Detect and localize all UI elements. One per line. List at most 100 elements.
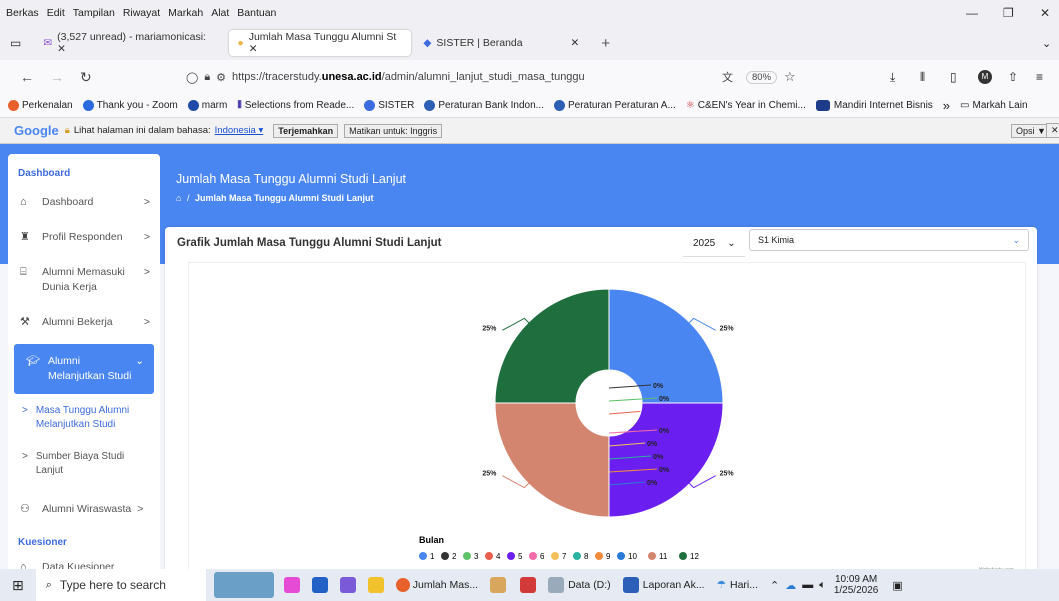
extensions-icon[interactable]: ⇧ xyxy=(1008,70,1018,84)
library-icon[interactable]: ⫴ xyxy=(920,70,925,85)
legend-label-11[interactable]: 11 xyxy=(659,552,668,561)
sidebar-sub-masa-tunggu[interactable]: > Masa Tunggu Alumni Melanjutkan Studi xyxy=(8,398,160,438)
back-icon[interactable]: ← xyxy=(20,69,34,85)
pdf-icon[interactable] xyxy=(520,577,537,593)
taskbar-app-weather[interactable]: ☂ Hari... xyxy=(717,579,758,591)
options-button[interactable]: Opsi ▼ xyxy=(1011,123,1051,138)
legend-marker-2[interactable] xyxy=(441,552,449,560)
pie-slice-1[interactable] xyxy=(608,288,724,404)
legend-marker-4[interactable] xyxy=(485,552,493,560)
weather-widget-icon[interactable] xyxy=(213,572,274,598)
sidebar-sub-sumber-biaya[interactable]: > Sumber Biaya Studi Lanjut xyxy=(8,438,160,484)
tab-list-icon[interactable]: ▭ xyxy=(10,36,21,50)
bookmark-item[interactable]: Peraturan Peraturan A... xyxy=(553,100,676,111)
menu-markah[interactable]: Markah xyxy=(168,7,203,19)
account-icon[interactable]: M xyxy=(978,70,992,84)
bookmark-item[interactable]: Thank you - Zoom xyxy=(82,100,178,111)
legend-label-3[interactable]: 3 xyxy=(474,552,479,561)
menu-alat[interactable]: Alat xyxy=(211,7,229,19)
legend-label-10[interactable]: 10 xyxy=(628,552,637,561)
prodi-select[interactable]: S1 Kimia ⌄ xyxy=(749,229,1029,251)
bookmarks-overflow-icon[interactable]: » xyxy=(943,98,950,113)
bookmark-item[interactable]: Perkenalan xyxy=(8,100,73,111)
app-icon[interactable] xyxy=(490,577,507,593)
bookmark-item[interactable]: ⦀ Selections from Reade... xyxy=(237,100,354,111)
menu-bantuan[interactable]: Bantuan xyxy=(237,7,276,19)
taskbar-app-firefox[interactable]: Jumlah Mas... xyxy=(395,578,478,592)
pie-slice-12[interactable] xyxy=(494,288,610,404)
legend-marker-3[interactable] xyxy=(463,552,471,560)
sidebar-item-wiraswasta[interactable]: ⚇ Alumni Wiraswasta > xyxy=(8,492,160,527)
legend-label-6[interactable]: 6 xyxy=(540,552,545,561)
restore-icon[interactable]: ❐ xyxy=(1003,6,1014,20)
bookmark-item[interactable]: marm xyxy=(187,100,227,111)
network-icon[interactable]: ☁ xyxy=(785,579,796,592)
legend-label-9[interactable]: 9 xyxy=(606,552,611,561)
home-icon[interactable]: ⌂ xyxy=(176,193,181,203)
bookmark-folder[interactable]: ▭ Markah Lain xyxy=(960,100,1027,111)
windows-start-icon[interactable]: ⊞ xyxy=(12,577,24,594)
close-tab-icon[interactable]: ✕ xyxy=(571,37,580,49)
sidebar-item-dashboard[interactable]: ⌂ Dashboard > xyxy=(8,185,160,220)
legend-label-7[interactable]: 7 xyxy=(562,552,567,561)
new-tab-button[interactable]: + xyxy=(601,35,610,52)
legend-marker-8[interactable] xyxy=(573,552,581,560)
tab-jumlah[interactable]: ● Jumlah Masa Tunggu Alumni St ✕ xyxy=(229,30,412,56)
clock[interactable]: 10:09 AM 1/25/2026 xyxy=(834,574,879,596)
sticky-notes-icon[interactable] xyxy=(367,577,384,593)
tray-chevron-icon[interactable]: ⌃ xyxy=(770,579,779,592)
tab-mail[interactable]: ✉ (3,527 unread) - mariamonicasi: ✕ xyxy=(35,30,225,56)
sidebar-item-profil[interactable]: ♜ Profil Responden > xyxy=(8,220,160,255)
bookmark-item[interactable]: SISTER xyxy=(364,100,414,111)
tab-sister[interactable]: ◆ SISTER | Beranda ✕ xyxy=(415,30,597,56)
pie-slice-5[interactable] xyxy=(608,402,724,518)
year-select[interactable]: 2025 ⌄ xyxy=(683,231,745,257)
legend-marker-6[interactable] xyxy=(529,552,537,560)
notification-icon[interactable]: ▣ xyxy=(892,579,902,592)
turn-off-button[interactable]: Matikan untuk: Inggris xyxy=(344,123,443,138)
translate-button[interactable]: Terjemahkan xyxy=(273,123,339,138)
menu-icon[interactable]: ≡ xyxy=(1036,70,1043,84)
zoom-level[interactable]: 80% xyxy=(746,70,778,84)
minimize-icon[interactable]: — xyxy=(966,6,978,20)
legend-label-1[interactable]: 1 xyxy=(430,552,435,561)
reload-icon[interactable]: ↻ xyxy=(80,69,92,86)
menu-berkas[interactable]: Berkas xyxy=(6,7,39,19)
legend-marker-7[interactable] xyxy=(551,552,559,560)
forward-icon[interactable]: → xyxy=(50,69,64,85)
legend-marker-12[interactable] xyxy=(679,552,687,560)
copilot-icon[interactable] xyxy=(283,577,300,593)
legend-label-5[interactable]: 5 xyxy=(518,552,523,561)
legend-marker-10[interactable] xyxy=(617,552,625,560)
legend-marker-11[interactable] xyxy=(648,552,656,560)
taskbar-app-explorer[interactable]: Data (D:) xyxy=(548,577,611,593)
close-translate-icon[interactable]: ✕ xyxy=(1046,123,1059,138)
bookmark-item[interactable]: ⚛ C&EN's Year in Chemi... xyxy=(686,100,806,111)
close-window-icon[interactable]: ✕ xyxy=(1040,6,1050,20)
legend-label-12[interactable]: 12 xyxy=(690,552,699,561)
sidebar-item-memasuki[interactable]: ⌸ Alumni Memasuki Dunia Kerja > xyxy=(8,255,160,305)
pie-slice-11[interactable] xyxy=(494,402,610,518)
battery-icon[interactable]: ▬ xyxy=(802,579,813,591)
legend-marker-1[interactable] xyxy=(419,552,427,560)
menu-edit[interactable]: Edit xyxy=(47,7,65,19)
legend-label-2[interactable]: 2 xyxy=(452,552,457,561)
taskbar-app-word[interactable]: Laporan Ak... xyxy=(622,577,705,593)
sidebar-toggle-icon[interactable]: ▯ xyxy=(950,70,957,84)
sidebar-item-data-kuesioner[interactable]: ⌂ Data Kuesioner xyxy=(8,554,160,569)
sidebar-item-bekerja[interactable]: ⚒ Alumni Bekerja > xyxy=(8,305,160,340)
menu-tampilan[interactable]: Tampilan xyxy=(73,7,115,19)
translate-icon[interactable]: 文 xyxy=(722,69,733,85)
address-bar[interactable]: ◯ 🔒︎ ⚙ https://tracerstudy. unesa.ac.id/a… xyxy=(186,64,808,90)
tab-overflow-icon[interactable]: ⌄ xyxy=(1042,37,1051,50)
volume-icon[interactable]: 🔈︎ xyxy=(819,579,826,592)
taskbar-search[interactable]: ⌕ Type here to search xyxy=(35,569,206,601)
paint-icon[interactable] xyxy=(339,577,356,593)
language-select[interactable]: Indonesia ▾ xyxy=(215,125,264,136)
legend-label-4[interactable]: 4 xyxy=(496,552,501,561)
bookmark-item[interactable]: Peraturan Bank Indon... xyxy=(424,100,544,111)
legend-label-8[interactable]: 8 xyxy=(584,552,589,561)
legend-marker-9[interactable] xyxy=(595,552,603,560)
bookmark-item[interactable]: Mandiri Internet Bisnis xyxy=(815,100,933,111)
menu-riwayat[interactable]: Riwayat xyxy=(123,7,160,19)
